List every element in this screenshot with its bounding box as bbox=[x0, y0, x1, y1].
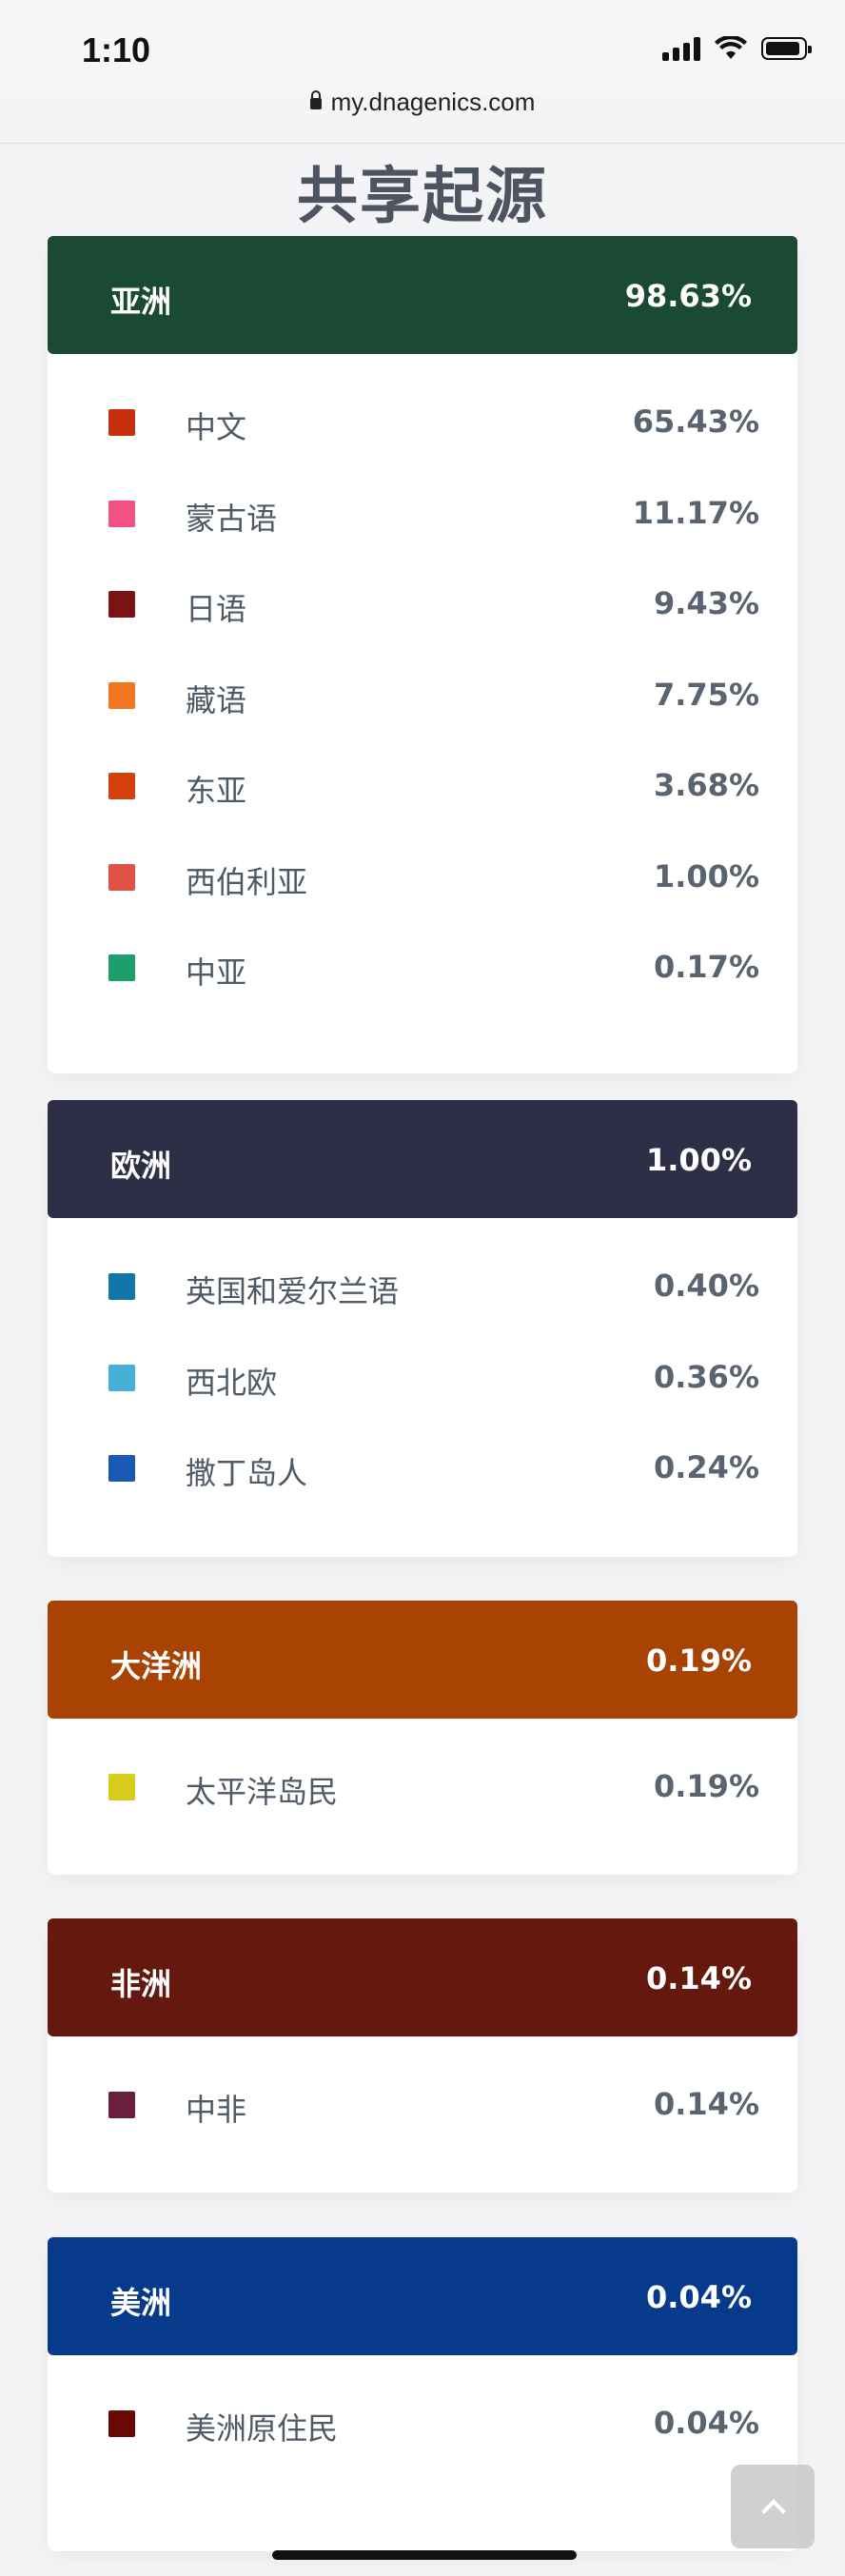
ancestry-list: 中文 65.43% 蒙古语 11.17% 日语 9.43% 藏语 7.75% 东亚 3.68% 西伯… bbox=[48, 354, 797, 1012]
region-name: 美洲 bbox=[110, 2285, 172, 2321]
color-swatch bbox=[108, 591, 135, 618]
region-header-europe[interactable]: 欧洲 1.00% bbox=[48, 1100, 797, 1218]
region-percent: 0.04% bbox=[645, 2279, 752, 2315]
ancestry-label: 日语 bbox=[186, 591, 247, 627]
ancestry-percent: 0.14% bbox=[653, 2086, 759, 2122]
ancestry-percent: 0.24% bbox=[653, 1449, 759, 1485]
ancestry-label: 藏语 bbox=[186, 681, 247, 718]
region-card-oceania: 大洋洲 0.19% 太平洋岛民 0.19% bbox=[48, 1601, 797, 1875]
ancestry-list: 英国和爱尔兰语 0.40% 西北欧 0.36% 撒丁岛人 0.24% bbox=[48, 1218, 797, 1512]
color-swatch bbox=[108, 773, 135, 799]
ancestry-percent: 7.75% bbox=[653, 676, 759, 713]
ancestry-percent: 11.17% bbox=[632, 494, 759, 531]
ancestry-percent: 9.43% bbox=[653, 585, 759, 621]
lock-icon bbox=[309, 90, 322, 110]
ancestry-row[interactable]: 中非 0.14% bbox=[48, 2057, 797, 2149]
color-swatch bbox=[108, 1774, 135, 1800]
chevron-up-icon bbox=[761, 2499, 786, 2524]
ancestry-label: 英国和爱尔兰语 bbox=[186, 1273, 400, 1309]
url-text: my.dnagenics.com bbox=[330, 88, 536, 116]
region-percent: 1.00% bbox=[645, 1142, 752, 1178]
ancestry-row[interactable]: 藏语 7.75% bbox=[48, 648, 797, 739]
ancestry-row[interactable]: 蒙古语 11.17% bbox=[48, 466, 797, 558]
status-time: 1:10 bbox=[82, 30, 151, 69]
ancestry-percent: 0.17% bbox=[653, 949, 759, 985]
url-bar[interactable]: my.dnagenics.com bbox=[0, 88, 845, 117]
ancestry-label: 撒丁岛人 bbox=[186, 1455, 308, 1491]
ancestry-label: 蒙古语 bbox=[186, 500, 278, 537]
color-swatch bbox=[108, 1364, 135, 1391]
ancestry-row[interactable]: 撒丁岛人 0.24% bbox=[48, 1421, 797, 1512]
region-header-oceania[interactable]: 大洋洲 0.19% bbox=[48, 1601, 797, 1719]
region-header-asia[interactable]: 亚洲 98.63% bbox=[48, 236, 797, 354]
status-bar: 1:10 bbox=[0, 0, 845, 95]
status-icons bbox=[662, 36, 812, 61]
color-swatch bbox=[108, 2410, 135, 2437]
ancestry-percent: 65.43% bbox=[632, 403, 759, 440]
ancestry-list: 美洲原住民 0.04% bbox=[48, 2355, 797, 2468]
ancestry-row[interactable]: 日语 9.43% bbox=[48, 557, 797, 648]
color-swatch bbox=[108, 681, 135, 709]
ancestry-label: 中非 bbox=[186, 2092, 247, 2128]
region-percent: 0.14% bbox=[645, 1960, 752, 1996]
ancestry-row[interactable]: 太平洋岛民 0.19% bbox=[48, 1740, 797, 1831]
ancestry-list: 中非 0.14% bbox=[48, 2036, 797, 2149]
color-swatch bbox=[108, 409, 135, 436]
ancestry-label: 美洲原住民 bbox=[186, 2410, 339, 2447]
ancestry-percent: 1.00% bbox=[653, 857, 759, 895]
color-swatch bbox=[108, 500, 135, 527]
region-percent: 0.19% bbox=[645, 1642, 752, 1679]
ancestry-label: 西伯利亚 bbox=[186, 863, 308, 900]
region-header-americas[interactable]: 美洲 0.04% bbox=[48, 2237, 797, 2355]
region-name: 非洲 bbox=[110, 1966, 172, 2002]
page-title: 共享起源 bbox=[297, 162, 548, 232]
ancestry-label: 中文 bbox=[186, 409, 247, 445]
ancestry-label: 中亚 bbox=[186, 954, 247, 991]
color-swatch bbox=[108, 954, 135, 981]
region-card-europe: 欧洲 1.00% 英国和爱尔兰语 0.40% 西北欧 0.36% 撒丁岛人 0.24% bbox=[48, 1100, 797, 1557]
home-indicator bbox=[272, 2550, 577, 2560]
ancestry-row[interactable]: 西北欧 0.36% bbox=[48, 1330, 797, 1422]
ancestry-label: 东亚 bbox=[186, 773, 247, 809]
ancestry-label: 太平洋岛民 bbox=[186, 1774, 339, 1810]
ancestry-row[interactable]: 中亚 0.17% bbox=[48, 920, 797, 1012]
ancestry-row[interactable]: 英国和爱尔兰语 0.40% bbox=[48, 1239, 797, 1330]
region-name: 亚洲 bbox=[110, 284, 172, 320]
color-swatch bbox=[108, 863, 135, 891]
ancestry-percent: 0.04% bbox=[653, 2405, 759, 2441]
ancestry-row[interactable]: 美洲原住民 0.04% bbox=[48, 2376, 797, 2468]
color-swatch bbox=[108, 1455, 135, 1482]
scroll-to-top-button[interactable] bbox=[731, 2465, 815, 2548]
region-name: 大洋洲 bbox=[110, 1648, 203, 1684]
ancestry-percent: 0.19% bbox=[653, 1768, 759, 1804]
ancestry-percent: 3.68% bbox=[653, 767, 759, 803]
ancestry-percent: 0.40% bbox=[653, 1268, 759, 1304]
ancestry-label: 西北欧 bbox=[186, 1364, 278, 1401]
battery-icon bbox=[761, 37, 812, 60]
color-swatch bbox=[108, 1273, 135, 1300]
ancestry-row[interactable]: 中文 65.43% bbox=[48, 375, 797, 466]
region-percent: 98.63% bbox=[624, 278, 752, 314]
color-swatch bbox=[108, 2092, 135, 2118]
ancestry-row[interactable]: 东亚 3.68% bbox=[48, 738, 797, 830]
region-card-africa: 非洲 0.14% 中非 0.14% bbox=[48, 1918, 797, 2193]
region-card-americas: 美洲 0.04% 美洲原住民 0.04% bbox=[48, 2237, 797, 2551]
ancestry-percent: 0.36% bbox=[653, 1358, 759, 1395]
wifi-icon bbox=[715, 36, 747, 59]
region-card-asia: 亚洲 98.63% 中文 65.43% 蒙古语 11.17% 日语 9.43% 藏语 7.75% 东… bbox=[48, 236, 797, 1073]
ancestry-list: 太平洋岛民 0.19% bbox=[48, 1719, 797, 1831]
browser-divider bbox=[0, 143, 845, 144]
region-name: 欧洲 bbox=[110, 1148, 172, 1184]
region-header-africa[interactable]: 非洲 0.14% bbox=[48, 1918, 797, 2036]
cellular-signal-icon bbox=[662, 36, 700, 61]
ancestry-row[interactable]: 西伯利亚 1.00% bbox=[48, 830, 797, 921]
